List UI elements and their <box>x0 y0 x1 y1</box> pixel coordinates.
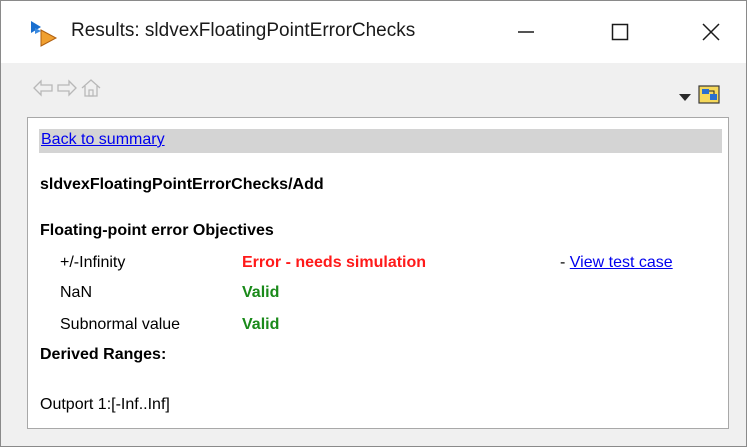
title-bar[interactable]: Results: sldvexFloatingPointErrorChecks <box>1 1 746 63</box>
outport-range: Outport 1:[-Inf..Inf] <box>40 396 170 413</box>
minimize-icon <box>518 31 534 33</box>
objective-status-nan: Valid <box>242 284 280 301</box>
objective-status-subnormal: Valid <box>242 316 280 333</box>
view-test-case-link[interactable]: View test case <box>570 254 673 271</box>
block-path-heading: sldvexFloatingPointErrorChecks/Add <box>40 176 324 193</box>
objective-status-infinity: Error - needs simulation <box>242 254 427 271</box>
objective-name-subnormal: Subnormal value <box>60 316 181 333</box>
derived-ranges-heading: Derived Ranges: <box>40 346 167 363</box>
objectives-heading: Floating-point error Objectives <box>40 222 274 239</box>
results-app-icon <box>29 19 59 47</box>
objective-name-nan: NaN <box>60 284 93 301</box>
back-to-summary-link[interactable]: Back to summary <box>41 131 165 149</box>
results-window: Results: sldvexFloatingPointErrorChecks <box>0 0 747 447</box>
maximize-icon <box>611 23 629 41</box>
test-case-prefix: - <box>560 254 570 271</box>
maximize-button[interactable] <box>585 1 655 63</box>
close-button[interactable] <box>676 1 746 63</box>
back-arrow-icon[interactable] <box>31 77 55 99</box>
back-to-summary-bar: Back to summary <box>39 129 722 153</box>
forward-arrow-icon[interactable] <box>55 77 79 99</box>
home-icon[interactable] <box>79 77 103 99</box>
model-tool-icon[interactable] <box>698 83 722 105</box>
window-title: Results: sldvexFloatingPointErrorChecks <box>71 20 416 41</box>
view-test-case: - View test case <box>560 254 673 272</box>
objective-name-infinity: +/-Infinity <box>60 254 126 271</box>
minimize-button[interactable] <box>491 1 561 63</box>
toolbar <box>1 63 746 113</box>
close-icon <box>702 23 720 41</box>
dropdown-triangle-icon[interactable] <box>679 89 691 101</box>
results-content-pane: Back to summary sldvexFloatingPointError… <box>27 117 729 429</box>
